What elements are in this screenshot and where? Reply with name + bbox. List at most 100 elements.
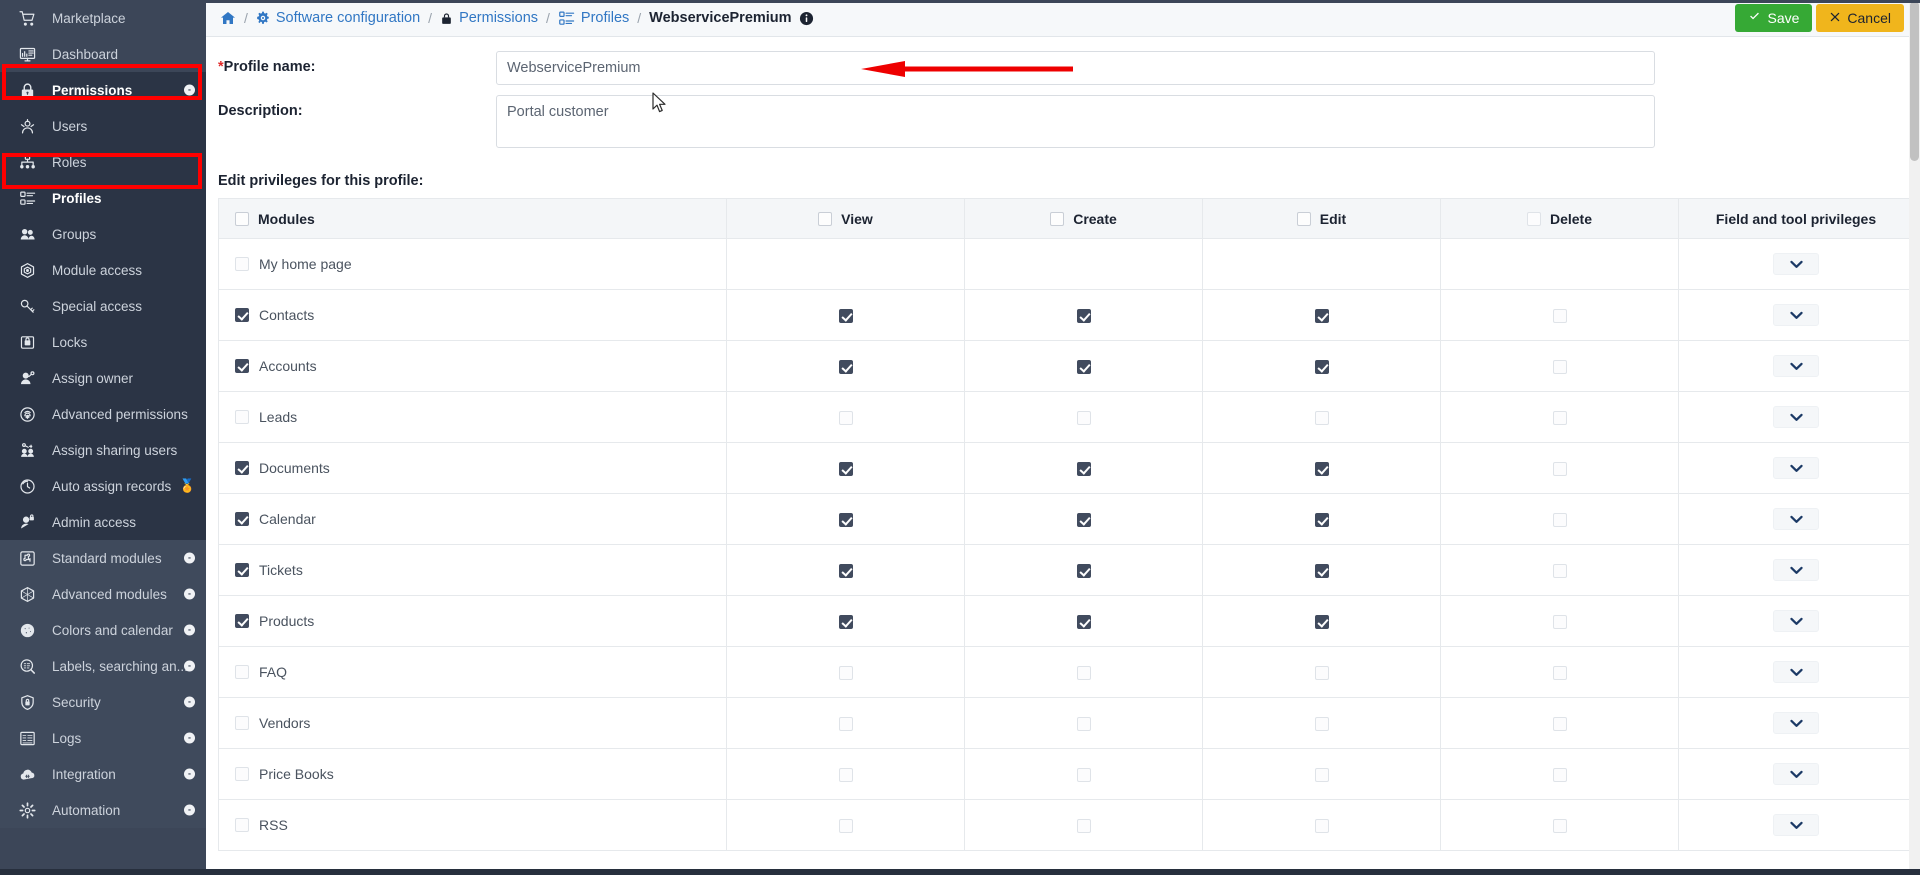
view-checkbox[interactable] (838, 768, 853, 783)
sidebar-item-expand-badge[interactable]: - (184, 768, 195, 780)
vertical-scrollbar[interactable] (1909, 0, 1920, 875)
sidebar-item-advanced-modules[interactable]: Advanced modules - (0, 576, 206, 612)
sidebar-item-users[interactable]: Users (0, 108, 206, 144)
edit-checkbox[interactable] (1314, 360, 1329, 375)
sidebar-item-logs[interactable]: Logs - (0, 720, 206, 756)
column-header-delete[interactable]: Delete (1440, 198, 1679, 239)
create-checkbox[interactable] (1076, 819, 1091, 834)
expand-privileges-button[interactable] (1773, 406, 1819, 428)
sidebar-item-assign-owner[interactable]: Assign owner (0, 360, 206, 396)
create-checkbox[interactable] (1076, 360, 1091, 375)
column-header-view[interactable]: View (726, 198, 965, 239)
column-header-edit[interactable]: Edit (1202, 198, 1441, 239)
delete-checkbox[interactable] (1552, 615, 1567, 630)
delete-checkbox[interactable] (1552, 462, 1567, 477)
sidebar-item-profiles[interactable]: Profiles (0, 180, 206, 216)
delete-checkbox[interactable] (1552, 360, 1567, 375)
view-checkbox[interactable] (838, 360, 853, 375)
module-checkbox[interactable] (235, 818, 249, 832)
create-checkbox[interactable] (1076, 513, 1091, 528)
expand-privileges-button[interactable] (1773, 763, 1819, 785)
delete-checkbox[interactable] (1552, 666, 1567, 681)
edit-checkbox[interactable] (1314, 717, 1329, 732)
sidebar-item-groups[interactable]: Groups (0, 216, 206, 252)
sidebar-item-standard-modules[interactable]: Standard modules - (0, 540, 206, 576)
view-checkbox[interactable] (838, 309, 853, 324)
sidebar-item-roles[interactable]: Roles (0, 144, 206, 180)
save-button[interactable]: Save (1735, 4, 1813, 32)
edit-checkbox[interactable] (1314, 309, 1329, 324)
module-checkbox[interactable] (235, 512, 249, 526)
sidebar-item-special-access[interactable]: Special access (0, 288, 206, 324)
expand-privileges-button[interactable] (1773, 610, 1819, 632)
expand-privileges-button[interactable] (1773, 712, 1819, 734)
column-header-modules[interactable]: Modules (218, 198, 727, 239)
expand-privileges-button[interactable] (1773, 661, 1819, 683)
breadcrumb-item-profiles[interactable]: Profiles (558, 10, 629, 27)
sidebar-item-expand-badge[interactable]: - (184, 624, 195, 636)
delete-checkbox[interactable] (1552, 309, 1567, 324)
sidebar-item-expand-badge[interactable]: - (184, 732, 195, 744)
edit-checkbox[interactable] (1314, 768, 1329, 783)
view-checkbox[interactable] (838, 462, 853, 477)
expand-privileges-button[interactable] (1773, 355, 1819, 377)
delete-checkbox[interactable] (1552, 564, 1567, 579)
sidebar-item-advanced-permissions[interactable]: Advanced permissions (0, 396, 206, 432)
sidebar-item-security[interactable]: Security - (0, 684, 206, 720)
sidebar-item-expand-badge[interactable]: - (184, 660, 195, 672)
description-textarea[interactable] (496, 95, 1655, 148)
sidebar-item-labels-searching-an[interactable]: Labels, searching an... - (0, 648, 206, 684)
sidebar-item-auto-assign-records[interactable]: Auto assign records 🏅 (0, 468, 206, 504)
sidebar-item-dashboard[interactable]: Dashboard (0, 36, 206, 72)
view-checkbox[interactable] (838, 564, 853, 579)
module-checkbox[interactable] (235, 308, 249, 322)
module-checkbox[interactable] (235, 614, 249, 628)
create-checkbox[interactable] (1076, 462, 1091, 477)
sidebar-item-assign-sharing-users[interactable]: Assign sharing users (0, 432, 206, 468)
breadcrumb-item-permissions[interactable]: Permissions (440, 10, 538, 26)
view-checkbox[interactable] (838, 819, 853, 834)
delete-checkbox[interactable] (1552, 768, 1567, 783)
scrollbar-thumb[interactable] (1910, 1, 1919, 161)
delete-checkbox[interactable] (1552, 513, 1567, 528)
edit-checkbox[interactable] (1314, 411, 1329, 426)
sidebar-item-colors-and-calendar[interactable]: Colors and calendar - (0, 612, 206, 648)
module-checkbox[interactable] (235, 461, 249, 475)
create-checkbox[interactable] (1076, 309, 1091, 324)
info-icon[interactable] (799, 11, 814, 26)
delete-checkbox[interactable] (1552, 717, 1567, 732)
profile-name-input[interactable] (496, 51, 1655, 85)
create-checkbox[interactable] (1076, 615, 1091, 630)
expand-privileges-button[interactable] (1773, 304, 1819, 326)
sidebar-item-locks[interactable]: Locks (0, 324, 206, 360)
create-checkbox[interactable] (1076, 717, 1091, 732)
sidebar-item-permissions[interactable]: Permissions - (0, 72, 206, 108)
module-checkbox[interactable] (235, 563, 249, 577)
sidebar-item-expand-badge[interactable]: - (184, 804, 195, 816)
sidebar-item-expand-badge[interactable]: - (184, 552, 195, 564)
module-checkbox[interactable] (235, 359, 249, 373)
module-checkbox[interactable] (235, 665, 249, 679)
expand-privileges-button[interactable] (1773, 508, 1819, 530)
select-all-modules-checkbox[interactable] (235, 211, 249, 226)
sidebar-item-module-access[interactable]: Module access (0, 252, 206, 288)
sidebar-item-expand-badge[interactable]: - (184, 84, 195, 96)
edit-checkbox[interactable] (1314, 666, 1329, 681)
expand-privileges-button[interactable] (1773, 559, 1819, 581)
module-checkbox[interactable] (235, 716, 249, 730)
create-checkbox[interactable] (1076, 564, 1091, 579)
create-checkbox[interactable] (1076, 768, 1091, 783)
module-checkbox[interactable] (235, 257, 249, 271)
edit-checkbox[interactable] (1314, 615, 1329, 630)
view-checkbox[interactable] (838, 666, 853, 681)
view-checkbox[interactable] (838, 717, 853, 732)
select-all-edit-checkbox[interactable] (1296, 211, 1311, 226)
sidebar-item-automation[interactable]: Automation - (0, 792, 206, 828)
sidebar-item-marketplace[interactable]: Marketplace (0, 0, 206, 36)
home-icon[interactable] (220, 10, 236, 26)
select-all-view-checkbox[interactable] (818, 211, 833, 226)
sidebar-item-expand-badge[interactable]: - (184, 696, 195, 708)
view-checkbox[interactable] (838, 411, 853, 426)
delete-checkbox[interactable] (1552, 819, 1567, 834)
edit-checkbox[interactable] (1314, 513, 1329, 528)
